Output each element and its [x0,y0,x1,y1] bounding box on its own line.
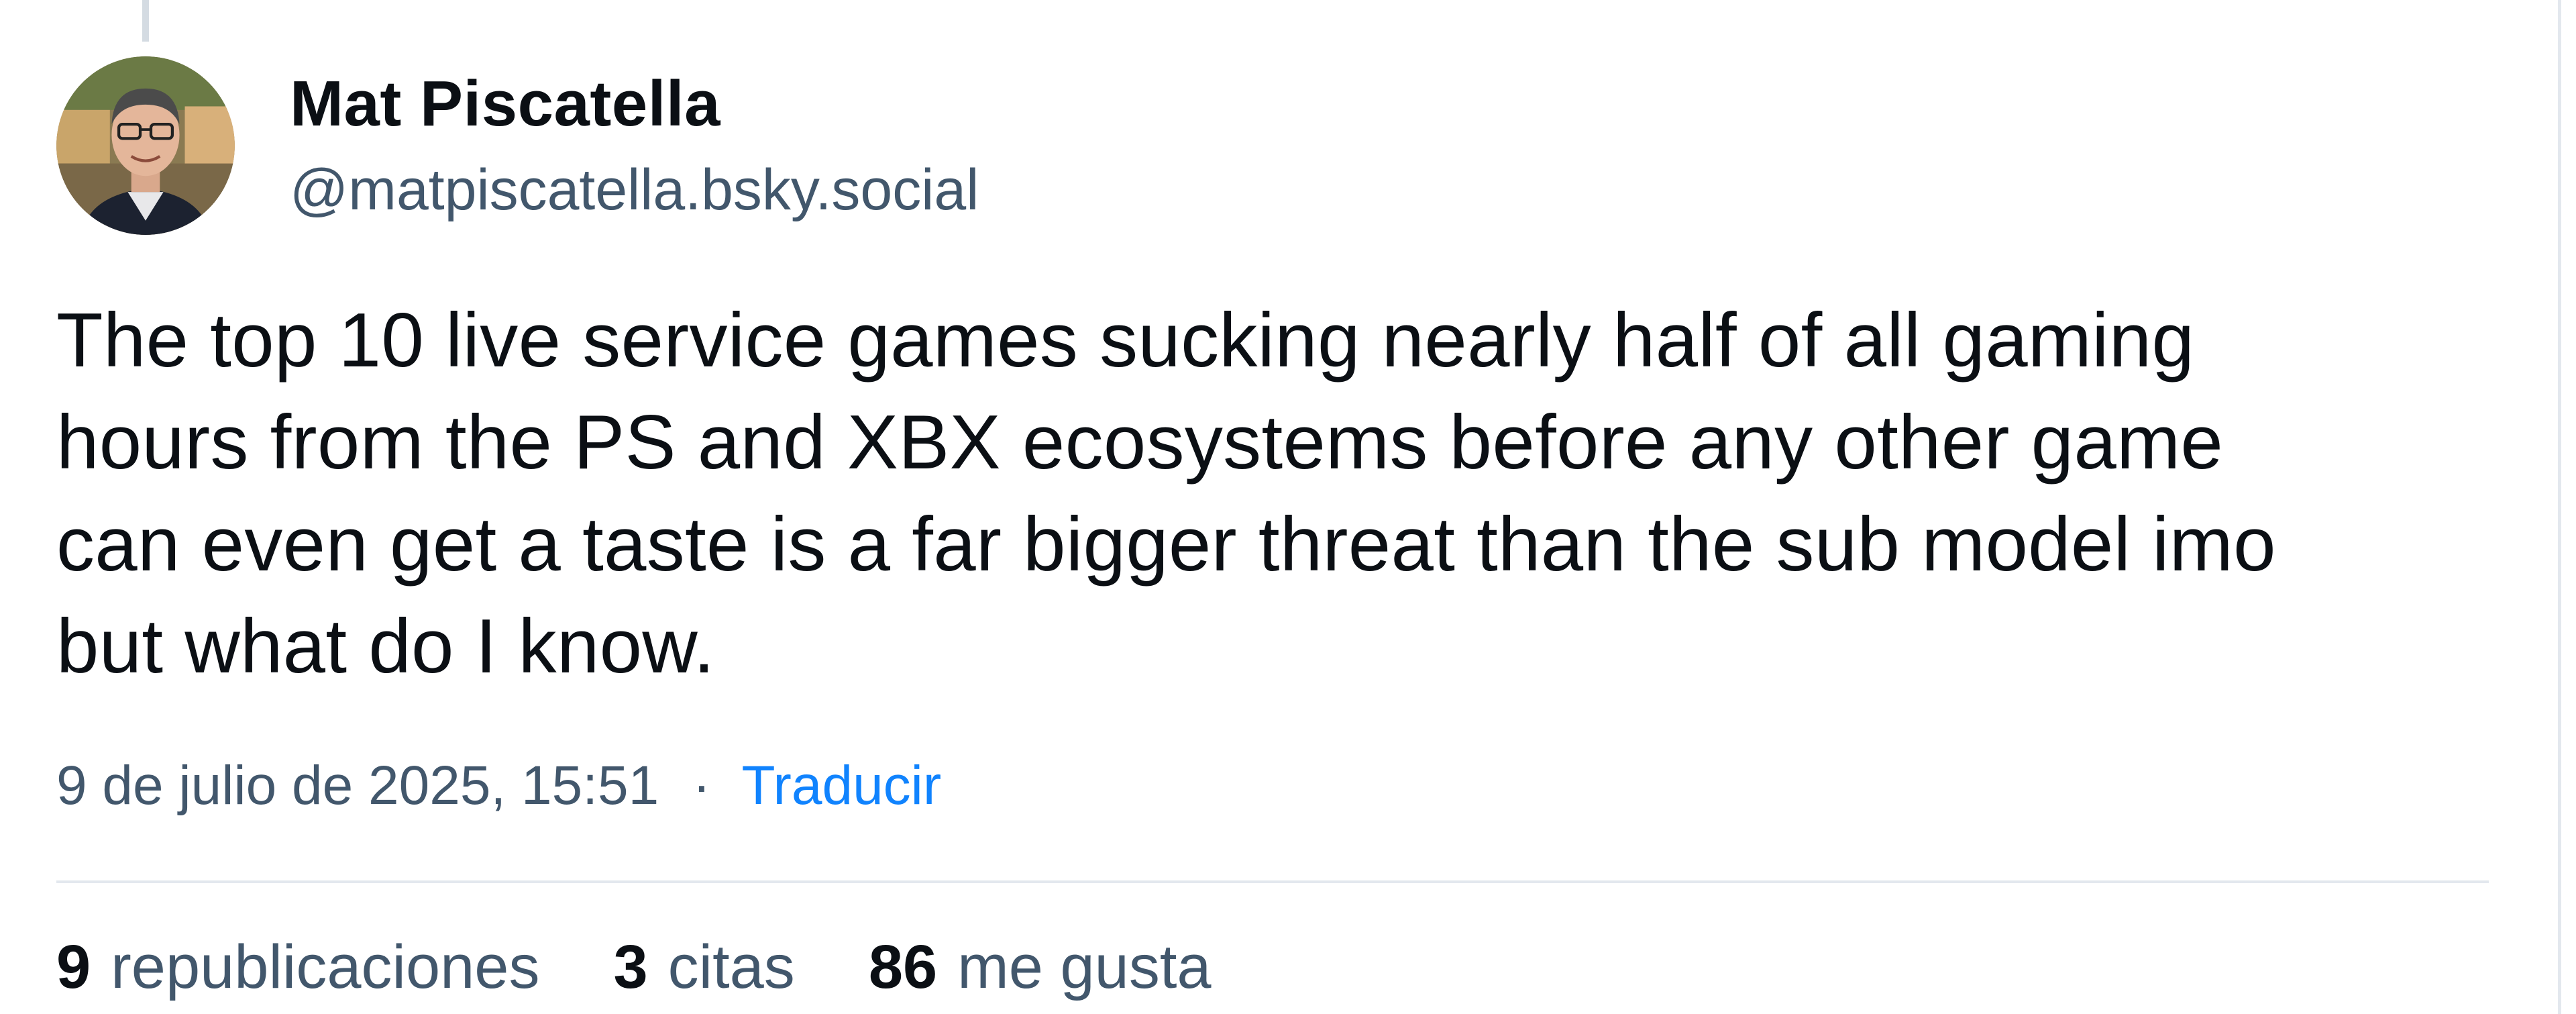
quotes-stat[interactable]: 3 citas [613,930,794,1004]
reposts-label: republicaciones [111,933,540,1002]
reposts-count: 9 [56,933,91,1002]
author-info: Mat Piscatella @matpiscatella.bsky.socia… [290,67,979,225]
post-text: The top 10 live service games sucking ne… [56,298,2276,689]
likes-stat[interactable]: 86 me gusta [869,930,1212,1004]
likes-count: 86 [868,933,938,1002]
meta-separator: · [692,755,711,816]
author-handle[interactable]: @matpiscatella.bsky.social [290,156,979,225]
divider [56,880,2489,884]
quotes-label: citas [667,933,795,1002]
column-border [2558,0,2561,1014]
post-meta: 9 de julio de 2025, 15:51 · Traducir [56,753,2505,819]
avatar[interactable] [56,56,235,235]
thread-connector-line [142,0,149,42]
reposts-stat[interactable]: 9 republicaciones [56,930,539,1004]
post-timestamp[interactable]: 9 de julio de 2025, 15:51 [56,753,659,819]
translate-link[interactable]: Traducir [742,753,942,819]
quotes-count: 3 [613,933,648,1002]
post: Mat Piscatella @matpiscatella.bsky.socia… [56,56,2505,1005]
post-stats: 9 republicaciones 3 citas 86 me gusta [56,930,2505,1004]
author-display-name[interactable]: Mat Piscatella [290,67,979,141]
post-header: Mat Piscatella @matpiscatella.bsky.socia… [56,56,2505,235]
likes-label: me gusta [957,933,1212,1002]
